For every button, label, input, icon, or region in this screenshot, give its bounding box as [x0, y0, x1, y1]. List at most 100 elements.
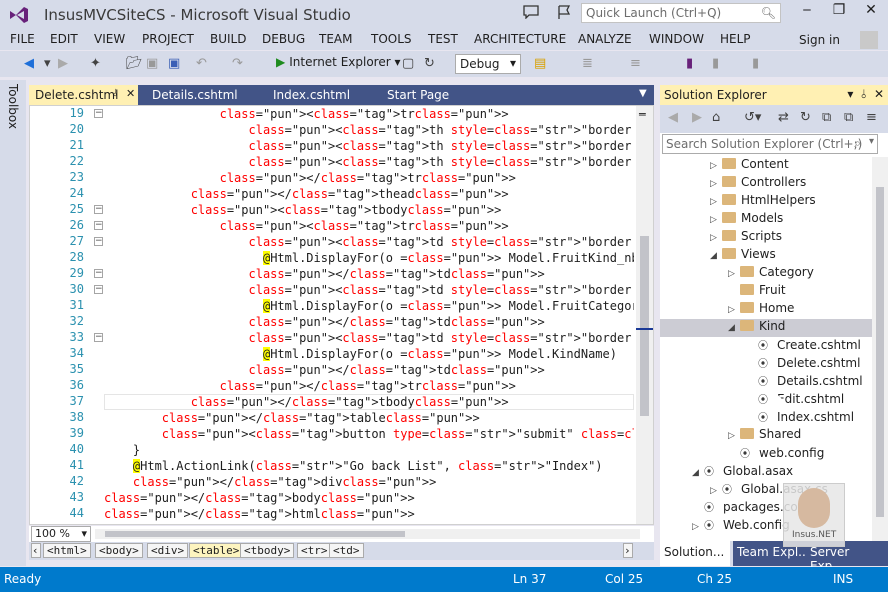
toolbox-tab[interactable]: Toolbox [6, 84, 20, 129]
sign-in-link[interactable]: Sign in [799, 33, 840, 47]
expand-icon[interactable]: ▷ [710, 197, 722, 207]
tab-details-cshtml[interactable]: Details.cshtml [146, 85, 244, 105]
quick-launch-input[interactable]: Quick Launch (Ctrl+Q) 🔍︎ [581, 3, 781, 23]
solution-tree-scrollbar[interactable] [872, 157, 888, 543]
save-icon[interactable]: ▣ [146, 56, 158, 71]
code-editor[interactable]: 19 − 20 21 22 23 24 25 − 26 − 27 − 28 29 − 30 − 31 32 33 − 34 3… [29, 105, 654, 525]
redo-icon[interactable]: ↷ [232, 56, 243, 71]
collapse-region-icon[interactable]: − [94, 109, 103, 118]
tree-folder-node[interactable]: ▷ Content [660, 157, 872, 175]
restore-icon[interactable]: ❐ [824, 2, 854, 24]
tree-folder-node[interactable]: ▷ Home [660, 301, 872, 319]
tree-folder-node[interactable]: ▷ Shared [660, 427, 872, 445]
tree-folder-node[interactable]: ◢ Kind [660, 319, 872, 337]
expand-icon[interactable]: ▷ [710, 179, 722, 189]
collapse-icon[interactable]: ◢ [728, 323, 740, 333]
collapse-icon[interactable]: ◢ [710, 251, 722, 261]
editor-horizontal-scrollbar[interactable] [95, 529, 640, 539]
collapse-region-icon[interactable]: − [94, 285, 103, 294]
zoom-select[interactable]: 100 % ▾ [31, 526, 91, 542]
solution-search-input[interactable]: Search Solution Explorer (Ctrl+;) ⌕ ▾ [662, 134, 878, 154]
expand-icon[interactable]: ▷ [728, 431, 740, 441]
menu-file[interactable]: FILE [10, 32, 35, 46]
collapse-icon[interactable]: ◢ [692, 468, 704, 478]
tab-index-cshtml[interactable]: Index.cshtml [267, 85, 356, 105]
collapse-region-icon[interactable]: − [94, 237, 103, 246]
collapse-region-icon[interactable]: − [94, 205, 103, 214]
expand-icon[interactable]: ▷ [728, 269, 740, 279]
comment-icon[interactable]: ≡ [630, 56, 641, 71]
find-icon[interactable]: ▤ [534, 56, 546, 71]
close-panel-icon[interactable]: ✕ [874, 87, 884, 101]
breadcrumb-item[interactable]: <tbody> [240, 543, 295, 558]
menu-edit[interactable]: EDIT [50, 32, 78, 46]
pending-changes-filter-icon[interactable]: ↺▾ [744, 110, 761, 125]
tree-folder-node[interactable]: ◢ Views [660, 247, 872, 265]
breadcrumb-left-arrow-icon[interactable]: ‹ [31, 543, 41, 558]
start-debugging-button[interactable]: ▶ Internet Explorer ▾ [276, 55, 401, 69]
expand-icon[interactable]: ▷ [710, 215, 722, 225]
menu-help[interactable]: HELP [720, 32, 751, 46]
menu-window[interactable]: WINDOW [649, 32, 704, 46]
breadcrumb-item[interactable]: <body> [95, 543, 143, 558]
tab-start-page[interactable]: Start Page [381, 85, 455, 105]
properties-icon[interactable]: ≡ [866, 110, 877, 125]
bookmark-icon[interactable]: ▮ [686, 56, 693, 71]
collapse-region-icon[interactable]: − [94, 269, 103, 278]
panel-menu-icon[interactable]: ▾ [847, 87, 853, 101]
expand-icon[interactable]: ▷ [710, 486, 722, 496]
breadcrumb-item[interactable]: <html> [43, 543, 91, 558]
breadcrumb-right-arrow-icon[interactable]: › [623, 543, 633, 558]
save-all-icon[interactable]: ▣ [168, 56, 180, 71]
scroll-thumb[interactable] [876, 187, 884, 517]
tree-folder-node[interactable]: ▷ Scripts [660, 229, 872, 247]
scroll-thumb[interactable] [105, 531, 405, 537]
editor-vertical-scrollbar[interactable]: ═ [636, 106, 653, 524]
user-avatar-icon[interactable] [860, 31, 878, 49]
tree-folder-node[interactable]: ▷ Category [660, 265, 872, 283]
solution-configuration-select[interactable]: Debug ▾ [455, 54, 521, 74]
breadcrumb-item[interactable]: <td> [329, 543, 364, 558]
expand-icon[interactable]: ▷ [728, 305, 740, 315]
menu-view[interactable]: VIEW [94, 32, 125, 46]
tree-file-node[interactable]: ⦿ Delete.cshtml [660, 355, 872, 373]
notifications-flag-icon[interactable] [556, 4, 572, 20]
tree-folder-node[interactable]: ▷ Models [660, 211, 872, 229]
breadcrumb-item[interactable]: <div> [147, 543, 189, 558]
search-options-icon[interactable]: ▾ [869, 136, 874, 147]
scroll-thumb[interactable] [640, 236, 649, 416]
sync-with-document-icon[interactable]: ⇄ [778, 110, 789, 125]
home-icon[interactable]: ⌂ [712, 110, 720, 125]
expand-icon[interactable]: ▷ [710, 161, 722, 171]
close-icon[interactable]: ✕ [856, 2, 886, 24]
menu-analyze[interactable]: ANALYZE [578, 32, 632, 46]
prev-bookmark-icon[interactable]: ▮ [712, 56, 719, 71]
expand-icon[interactable]: ▷ [710, 233, 722, 243]
new-project-icon[interactable]: ✦ [90, 56, 101, 71]
pin-icon[interactable]: ⫰ [113, 88, 117, 99]
expand-icon[interactable]: ▷ [692, 522, 704, 532]
menu-project[interactable]: PROJECT [142, 32, 194, 46]
refresh-icon[interactable]: ↻ [800, 110, 811, 125]
tree-folder-node[interactable]: Fruit [660, 283, 872, 301]
back-dropdown-icon[interactable]: ▾ [44, 56, 51, 71]
collapse-region-icon[interactable]: − [94, 221, 103, 230]
minimize-icon[interactable]: ‒ [792, 2, 822, 24]
collapse-region-icon[interactable]: − [94, 333, 103, 342]
tab-delete-cshtml[interactable]: Delete.cshtml ⫰ ✕ [29, 85, 138, 105]
tab-overflow-icon[interactable]: ▼ [639, 88, 647, 99]
menu-tools[interactable]: TOOLS [371, 32, 412, 46]
back-icon[interactable]: ◀ [668, 110, 678, 125]
collapse-all-icon[interactable]: ⧉ [822, 110, 831, 125]
tree-file-node[interactable]: ⦿ web.config [660, 445, 872, 463]
tree-file-node[interactable]: ⦿ Create.cshtml [660, 337, 872, 355]
breadcrumb-item-active[interactable]: <table> [189, 543, 244, 558]
clear-bookmarks-icon[interactable]: ▮ [752, 56, 759, 71]
tree-file-node[interactable]: ⦿ Edit.cshtml [660, 391, 872, 409]
tree-file-node[interactable]: ⦿ Details.cshtml [660, 373, 872, 391]
feedback-icon[interactable] [523, 5, 539, 19]
menu-debug[interactable]: DEBUG [262, 32, 305, 46]
forward-icon[interactable]: ▶ [692, 110, 702, 125]
menu-test[interactable]: TEST [428, 32, 458, 46]
menu-team[interactable]: TEAM [319, 32, 352, 46]
